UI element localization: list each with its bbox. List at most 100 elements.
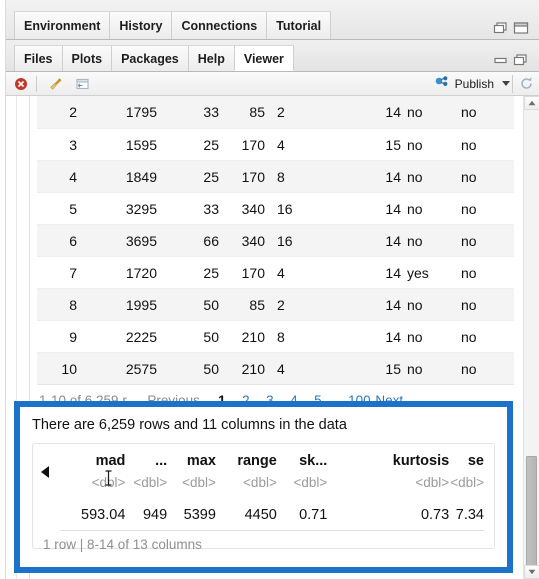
cell-v6: no: [407, 232, 423, 249]
cell-index: 3: [69, 136, 77, 153]
publish-icon: [434, 74, 451, 93]
scroll-down-arrow-icon[interactable]: [524, 565, 539, 579]
tab-help[interactable]: Help: [187, 45, 235, 71]
cell-v4: 4: [277, 360, 285, 377]
cell-v3: 170: [241, 168, 265, 185]
cell-v7: no: [461, 264, 477, 281]
column-header-se[interactable]: se: [449, 453, 484, 469]
cell-index: 6: [69, 232, 77, 249]
cell-index: 2: [69, 104, 77, 120]
viewer-toolbar: Publish: [6, 72, 539, 96]
column-type-kurtosis: <dbl>: [415, 474, 450, 490]
publish-button[interactable]: Publish: [434, 74, 510, 93]
tab-plots[interactable]: Plots: [61, 45, 113, 71]
minimize-restore-icon[interactable]: [493, 21, 509, 35]
cell-v1: 3295: [125, 200, 157, 217]
refresh-icon[interactable]: [512, 74, 539, 93]
cell-v6: no: [407, 328, 423, 345]
cell-v1: 1720: [125, 264, 157, 281]
cell-index: 10: [61, 360, 77, 377]
cell-v4: 2: [277, 104, 285, 120]
tab-files[interactable]: Files: [14, 45, 63, 71]
minimize-icon[interactable]: [493, 53, 509, 67]
tab-packages[interactable]: Packages: [111, 45, 189, 71]
column-header-max[interactable]: max: [167, 453, 216, 469]
table-row[interactable]: 4 1849 25 170 8 14 no no: [37, 160, 514, 192]
cell-index: 7: [69, 264, 77, 281]
cell-v6: no: [407, 296, 423, 313]
lower-window-controls: [493, 53, 539, 71]
cell-v4: 8: [277, 328, 285, 345]
broom-clear-icon[interactable]: [45, 74, 67, 94]
cell-v2: 33: [203, 200, 219, 217]
cell-v1: 2575: [125, 360, 157, 377]
cell-v6: no: [407, 168, 423, 185]
tab-tutorial[interactable]: Tutorial: [266, 11, 332, 39]
tab-history[interactable]: History: [109, 11, 173, 39]
scroll-up-arrow-icon[interactable]: [524, 96, 539, 110]
stop-icon[interactable]: [10, 74, 32, 94]
callout-content: There are 6,259 rows and 11 columns in t…: [20, 407, 507, 567]
tab-environment[interactable]: Environment: [14, 11, 111, 39]
tab-connections[interactable]: Connections: [171, 11, 268, 39]
tibble-footer: 1 row | 8-14 of 13 columns: [43, 537, 202, 552]
column-header-range[interactable]: range: [216, 453, 277, 469]
table-row[interactable]: 6 3695 66 340 16 14 no no: [37, 224, 514, 256]
cell-v2: 33: [203, 104, 219, 120]
tibble-summary-table: mad ... max range sk... kurtosis se <dbl…: [32, 443, 495, 552]
cell-v5: 14: [385, 232, 401, 249]
cell-v7: no: [461, 168, 477, 185]
table-row[interactable]: 5 3295 33 340 16 14 no no: [37, 192, 514, 224]
cell-v1: 2225: [125, 328, 157, 345]
chevron-down-icon[interactable]: [502, 81, 510, 86]
cell-v1: 1595: [125, 136, 157, 153]
cell-v5: 14: [385, 104, 401, 120]
value-mad: 593.04: [81, 507, 126, 523]
column-type-range: <dbl>: [243, 474, 277, 490]
table-row[interactable]: 2 1795 33 85 2 14 no no: [37, 96, 514, 128]
cell-v7: no: [461, 200, 477, 217]
cell-v1: 1849: [125, 168, 157, 185]
cell-v3: 85: [249, 296, 265, 313]
table-row[interactable]: 8 1995 50 85 2 14 no no: [37, 288, 514, 320]
value-skew: 0.71: [299, 507, 328, 523]
cell-v5: 14: [385, 328, 401, 345]
column-header-skew[interactable]: sk...: [277, 453, 327, 469]
column-type-se: <dbl>: [450, 474, 484, 490]
table-row[interactable]: 10 2575 50 210 4 15 no no: [37, 352, 514, 384]
scrollbar-thumb[interactable]: [526, 456, 537, 566]
publish-label: Publish: [454, 76, 494, 91]
upper-tabstrip-filler: [330, 11, 493, 39]
cell-index: 5: [69, 200, 77, 217]
table-row[interactable]: 7 1720 25 170 4 14 yes no: [37, 256, 514, 288]
scroll-left-arrow-icon[interactable]: [41, 466, 49, 478]
cell-v2: 66: [203, 232, 219, 249]
cell-v6: no: [407, 360, 423, 377]
maximize-icon[interactable]: [513, 21, 529, 35]
column-type-max: <dbl>: [182, 474, 216, 490]
cell-v2: 25: [203, 136, 219, 153]
column-header-kurtosis[interactable]: kurtosis: [381, 453, 449, 469]
cell-v2: 25: [203, 168, 219, 185]
cell-v5: 14: [385, 168, 401, 185]
maximize-icon[interactable]: [513, 53, 529, 67]
upper-window-controls: [493, 21, 539, 39]
cell-v7: no: [461, 136, 477, 153]
cell-v6: no: [407, 136, 423, 153]
table-row[interactable]: 3 1595 25 170 4 15 no no: [37, 128, 514, 160]
cell-v4: 16: [277, 200, 293, 217]
cell-v3: 210: [241, 328, 265, 345]
cell-v1: 3695: [125, 232, 157, 249]
viewer-vertical-scrollbar[interactable]: [523, 96, 539, 579]
tab-viewer[interactable]: Viewer: [233, 45, 294, 71]
cell-v6: no: [407, 200, 423, 217]
value-se: 7.34: [455, 507, 484, 523]
cell-v4: 16: [277, 232, 293, 249]
tibble-grid: mad ... max range sk... kurtosis se <dbl…: [61, 450, 484, 531]
cell-v7: no: [461, 104, 477, 120]
column-header-mad[interactable]: mad: [61, 453, 126, 469]
show-in-new-window-icon[interactable]: [71, 74, 93, 94]
table-row[interactable]: 9 2225 50 210 8 14 no no: [37, 320, 514, 352]
column-type-skew: <dbl>: [293, 474, 328, 490]
value-max: 5399: [183, 507, 216, 523]
